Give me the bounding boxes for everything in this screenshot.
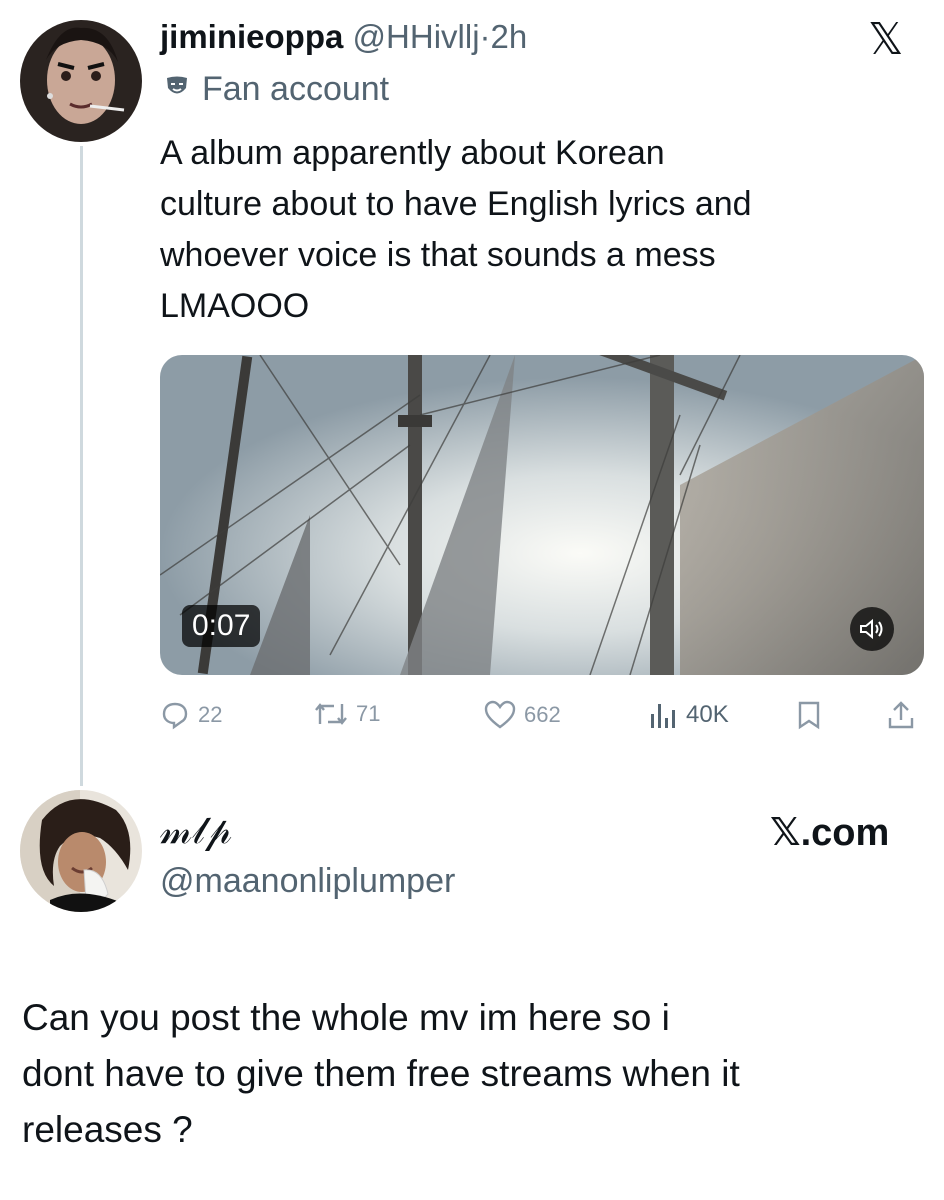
like-count: 662 — [524, 702, 561, 727]
avatar[interactable] — [20, 20, 142, 142]
bookmark-button[interactable] — [796, 700, 822, 730]
tweet-action-bar: 22 71 662 40K — [160, 700, 924, 740]
view-count: 40K — [686, 701, 729, 728]
video-player[interactable]: 0:07 — [160, 355, 924, 675]
reply-handle[interactable]: @maanonliplumper — [160, 862, 455, 901]
comment-icon — [162, 702, 188, 730]
account-label-text: Fan account — [202, 70, 390, 108]
reply-text: Can you post the whole mv im here so i d… — [22, 990, 922, 1158]
views-button[interactable]: 40K — [648, 700, 729, 730]
heart-icon — [484, 700, 516, 729]
tweet-text: A album apparently about Korean culture … — [160, 128, 900, 332]
tweet-text-line: whoever voice is that sounds a mess — [160, 236, 716, 274]
like-button[interactable]: 662 — [484, 700, 561, 730]
reply-text-line: dont have to give them free streams when… — [22, 1053, 740, 1094]
tweet-header: jiminieoppa @HHivllj·2h — [160, 18, 527, 56]
speaker-icon[interactable] — [850, 607, 894, 651]
repost-button[interactable]: 71 — [314, 700, 380, 728]
reply-count: 22 — [198, 702, 223, 727]
share-button[interactable] — [886, 700, 916, 730]
reply-avatar[interactable] — [20, 790, 142, 912]
video-duration: 0:07 — [182, 605, 261, 647]
theater-mask-icon — [164, 70, 190, 109]
thread-connector-line — [80, 146, 83, 786]
share-icon — [888, 701, 914, 729]
timestamp[interactable]: 2h — [491, 18, 528, 55]
reply-display-name[interactable]: 𝓂𝓁𝓅 — [160, 808, 232, 853]
tweet-text-line: A album apparently about Korean — [160, 134, 665, 172]
bar-chart-icon — [651, 704, 675, 728]
repost-count: 71 — [356, 701, 381, 726]
reply-text-line: releases ? — [22, 1109, 193, 1150]
author-handle[interactable]: @HHivllj — [353, 18, 480, 55]
source-label[interactable]: 𝕏.com — [770, 810, 889, 855]
bookmark-icon — [798, 701, 820, 730]
tweet-text-line: culture about to have English lyrics and — [160, 185, 752, 223]
repost-icon — [315, 703, 347, 725]
author-display-name[interactable]: jiminieoppa — [160, 18, 343, 55]
video-thumbnail — [160, 355, 924, 675]
tweet-text-line: LMAOOO — [160, 287, 310, 325]
x-logo-icon[interactable]: 𝕏 — [868, 14, 903, 65]
reply-button[interactable]: 22 — [160, 700, 222, 730]
separator-dot: · — [479, 18, 491, 55]
account-label: Fan account — [164, 70, 389, 109]
reply-text-line: Can you post the whole mv im here so i — [22, 997, 670, 1038]
